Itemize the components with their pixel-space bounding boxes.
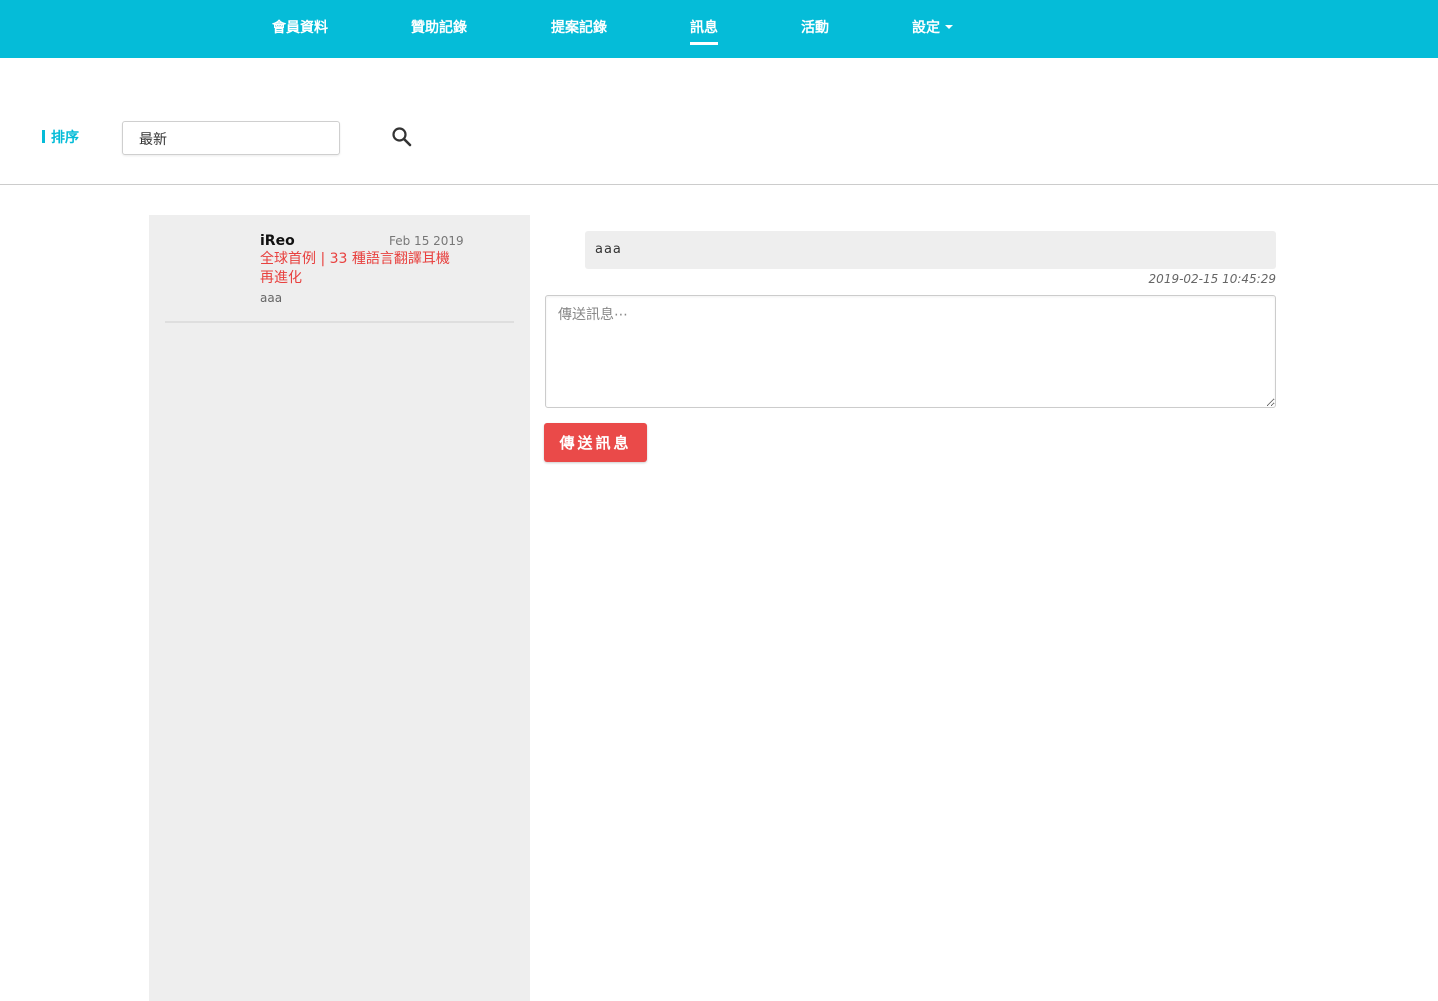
nav-messages[interactable]: 訊息	[690, 0, 718, 58]
nav-label: 會員資料	[272, 20, 328, 36]
sort-accent-bar	[42, 130, 45, 143]
top-navigation: 會員資料 贊助記錄 提案記錄 訊息 活動 設定	[0, 0, 1438, 58]
nav-member-profile[interactable]: 會員資料	[272, 0, 328, 58]
sort-label-text: 排序	[51, 130, 79, 146]
sort-select[interactable]: 最新	[122, 121, 340, 155]
search-icon	[392, 127, 412, 147]
section-divider	[0, 184, 1438, 185]
nav-label: 訊息	[690, 20, 718, 36]
conversation-project-title: 全球首例 | 33 種語言翻譯耳機再進化	[260, 251, 450, 286]
message-text: aaa	[595, 242, 622, 257]
conversation-preview: aaa	[260, 291, 283, 305]
conversation-sender: iReo	[260, 233, 295, 249]
nav-label: 活動	[801, 20, 829, 36]
conversation-item[interactable]: iReo Feb 15 2019 全球首例 | 33 種語言翻譯耳機再進化 aa…	[165, 215, 514, 323]
nav-proposal-records[interactable]: 提案記錄	[551, 0, 607, 58]
conversation-list: iReo Feb 15 2019 全球首例 | 33 種語言翻譯耳機再進化 aa…	[149, 215, 530, 1001]
nav-label: 贊助記錄	[411, 20, 467, 36]
nav-label: 提案記錄	[551, 20, 607, 36]
message-timestamp: 2019-02-15 10:45:29	[1148, 272, 1276, 286]
conversation-date: Feb 15 2019	[389, 234, 464, 248]
search-button[interactable]	[390, 125, 414, 149]
message-bubble: aaa	[585, 231, 1276, 269]
nav-sponsorship-records[interactable]: 贊助記錄	[411, 0, 467, 58]
send-message-button[interactable]: 傳送訊息	[544, 423, 647, 462]
nav-settings-dropdown[interactable]: 設定	[912, 0, 953, 58]
message-input[interactable]	[545, 295, 1276, 408]
nav-label: 設定	[912, 20, 940, 36]
sort-selected-value: 最新	[139, 132, 167, 148]
nav-activities[interactable]: 活動	[801, 0, 829, 58]
caret-down-icon	[945, 25, 953, 29]
sort-label: 排序	[42, 129, 79, 147]
